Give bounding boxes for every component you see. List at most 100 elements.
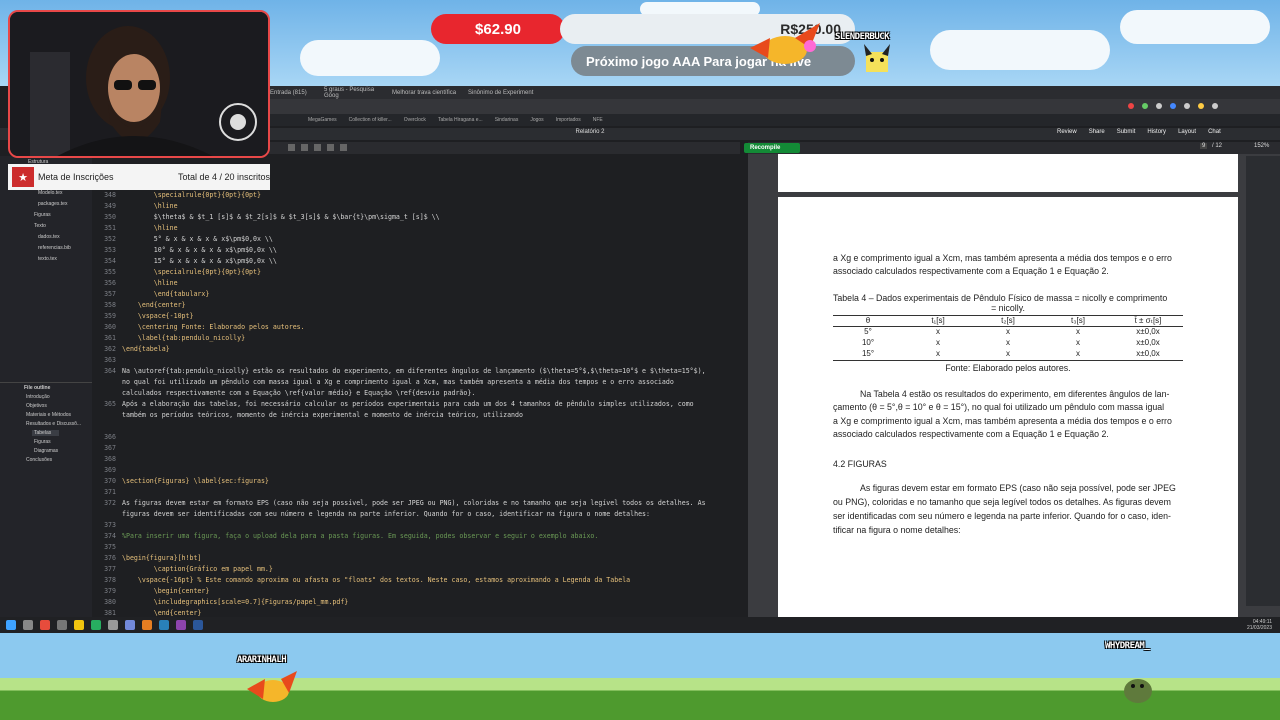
code-line[interactable]: 357 \end{tabularx} xyxy=(92,289,209,300)
tree-item[interactable]: referencias.bib xyxy=(38,245,71,251)
bookmark[interactable]: NFE xyxy=(593,117,603,123)
code-line[interactable]: 364 Na \autoref{tab:pendulo_nicolly} estã… xyxy=(92,366,705,377)
code-line[interactable]: 353 10° & x & x & x & x$\pm$0,0x \\ xyxy=(92,245,277,256)
code-line[interactable]: 373 xyxy=(92,520,122,531)
code-line[interactable]: figuras devem ser identificadas com seu … xyxy=(92,509,650,520)
line-text: \end{center} xyxy=(122,609,202,617)
recompile-button[interactable]: Recompile xyxy=(744,143,800,153)
code-line[interactable]: 349 \hline xyxy=(92,201,178,212)
outline-item[interactable]: Diagramas xyxy=(34,448,58,454)
table-icon[interactable] xyxy=(340,144,347,151)
line-text: calculados respectivamente com a Equação… xyxy=(122,389,476,397)
settings-icon[interactable] xyxy=(108,620,118,630)
outline-item[interactable]: Materiais e Métodos xyxy=(26,412,71,418)
zoom-level[interactable]: 152% xyxy=(1254,143,1269,149)
line-number: 381 xyxy=(104,609,116,617)
italic-icon[interactable] xyxy=(301,144,308,151)
word-icon[interactable] xyxy=(193,620,203,630)
bookmark[interactable]: MegaGames xyxy=(308,117,337,123)
code-line[interactable]: 368 xyxy=(92,454,122,465)
browser-tab[interactable]: Entrada (815) xyxy=(270,90,318,96)
discord-icon[interactable] xyxy=(125,620,135,630)
table-cell: t₁[s] xyxy=(931,316,945,325)
code-line[interactable]: 370 \section{Figuras} \label{sec:figuras} xyxy=(92,476,269,487)
chat-button[interactable]: Chat xyxy=(1208,129,1221,135)
tree-item[interactable]: texto.tex xyxy=(38,256,57,262)
tree-item[interactable]: packages.tex xyxy=(38,201,67,207)
code-line[interactable]: 377 \caption{Gráfico em papel mm.} xyxy=(92,564,273,575)
app-icon[interactable] xyxy=(176,620,186,630)
code-line[interactable]: 359 \vspace{-10pt} xyxy=(92,311,193,322)
code-line[interactable]: 354 15° & x & x & x & x$\pm$0,0x \\ xyxy=(92,256,277,267)
chrome-icon[interactable] xyxy=(142,620,152,630)
review-button[interactable]: Review xyxy=(1057,129,1077,135)
code-line[interactable]: 355 \specialrule{0pt}{0pt}{0pt} xyxy=(92,267,261,278)
code-line[interactable]: no qual foi utilizado um pêndulo com mas… xyxy=(92,377,674,388)
code-line[interactable]: 350 $\theta$ & $t_1 [s]$ & $t_2[s]$ & $t… xyxy=(92,212,440,223)
layout-button[interactable]: Layout xyxy=(1178,129,1196,135)
code-line[interactable]: 379 \begin{center} xyxy=(92,586,209,597)
code-line[interactable]: 358 \end{center} xyxy=(92,300,185,311)
code-line[interactable]: 369 xyxy=(92,465,122,476)
code-line[interactable]: 367 xyxy=(92,443,122,454)
history-button[interactable]: History xyxy=(1147,129,1166,135)
code-line[interactable]: 351 \hline xyxy=(92,223,178,234)
tree-item[interactable]: Texto xyxy=(34,223,46,229)
windows-start-icon[interactable] xyxy=(6,620,16,630)
code-line[interactable] xyxy=(92,421,122,432)
code-line[interactable]: 361 \label{tab:pendulo_nicolly} xyxy=(92,333,245,344)
outline-item[interactable]: Tabelas xyxy=(32,430,60,436)
link-icon[interactable] xyxy=(314,144,321,151)
bookmark[interactable]: Tabela Hiragana e... xyxy=(438,117,483,123)
bookmark[interactable]: Importados xyxy=(556,117,581,123)
bookmark[interactable]: Collection of killer... xyxy=(349,117,392,123)
code-line[interactable]: 380 \includegraphics[scale=0.7]{Figuras/… xyxy=(92,597,348,608)
address-bar[interactable] xyxy=(268,99,1280,114)
code-line[interactable]: 360 \centering Fonte: Elaborado pelos au… xyxy=(92,322,305,333)
bookmark[interactable]: Sindarinas xyxy=(495,117,519,123)
code-line[interactable]: 348 \specialrule{0pt}{0pt}{0pt} xyxy=(92,190,261,201)
bookmark[interactable]: Overclock xyxy=(404,117,426,123)
code-line[interactable]: 366 xyxy=(92,432,122,443)
steam-icon[interactable] xyxy=(159,620,169,630)
code-line[interactable]: 376 \begin{figura}[h!bt] xyxy=(92,553,201,564)
code-line[interactable]: 381 \end{center} xyxy=(92,608,201,617)
bookmark[interactable]: Jogos xyxy=(530,117,543,123)
code-line[interactable]: 362 \end{tabela} xyxy=(92,344,170,355)
browser-tab[interactable]: 5 graus - Pesquisa Goog xyxy=(324,87,386,99)
code-editor[interactable]: >{\centering\arraybackslash}X>{\centerin… xyxy=(92,166,740,617)
tree-item[interactable]: dados.tex xyxy=(38,234,60,240)
code-line[interactable]: calculados respectivamente com a Equação… xyxy=(92,388,475,399)
obs-icon[interactable] xyxy=(40,620,50,630)
browser-tab[interactable]: Sinônimo de Experiment xyxy=(468,90,540,96)
outline-title[interactable]: File outline xyxy=(0,382,92,391)
submit-button[interactable]: Submit xyxy=(1117,129,1136,135)
code-line[interactable]: 375 xyxy=(92,542,122,553)
code-line[interactable]: 365 Após a elaboração das tabelas, foi ne… xyxy=(92,399,694,410)
outline-item[interactable]: Conclusões xyxy=(26,457,52,463)
browser-tab[interactable]: Melhorar trava científica xyxy=(392,90,462,96)
share-button[interactable]: Share xyxy=(1089,129,1105,135)
code-line[interactable]: 374 %Para inserir uma figura, faça o uplo… xyxy=(92,531,598,542)
folder-icon[interactable] xyxy=(74,620,84,630)
outline-item[interactable]: Objetivos xyxy=(26,403,47,409)
search-icon[interactable] xyxy=(23,620,33,630)
code-line[interactable]: 363 xyxy=(92,355,122,366)
list-icon[interactable] xyxy=(327,144,334,151)
tree-item[interactable]: Modelo.tex xyxy=(38,190,62,196)
tree-item[interactable]: Figuras xyxy=(34,212,51,218)
outline-item[interactable]: Figuras xyxy=(34,439,51,445)
code-line[interactable]: também os períodos teóricos, momento de … xyxy=(92,410,523,421)
code-line[interactable]: 371 xyxy=(92,487,122,498)
pdf-text: a Xg e comprimento igual a Xcm, mas tamb… xyxy=(833,416,1172,426)
spotify-icon[interactable] xyxy=(91,620,101,630)
code-line[interactable]: 352 5° & x & x & x & x$\pm$0,0x \\ xyxy=(92,234,273,245)
page-number-input[interactable]: 9 xyxy=(1200,143,1208,149)
outline-item[interactable]: Introdução xyxy=(26,394,50,400)
bold-icon[interactable] xyxy=(288,144,295,151)
code-line[interactable]: 378 \vspace{-16pt} % Este comando aproxi… xyxy=(92,575,630,586)
task-view-icon[interactable] xyxy=(57,620,67,630)
code-line[interactable]: 372 As figuras devem estar em formato EPS… xyxy=(92,498,705,509)
outline-item[interactable]: Resultados e Discussõ... xyxy=(26,421,81,427)
code-line[interactable]: 356 \hline xyxy=(92,278,178,289)
